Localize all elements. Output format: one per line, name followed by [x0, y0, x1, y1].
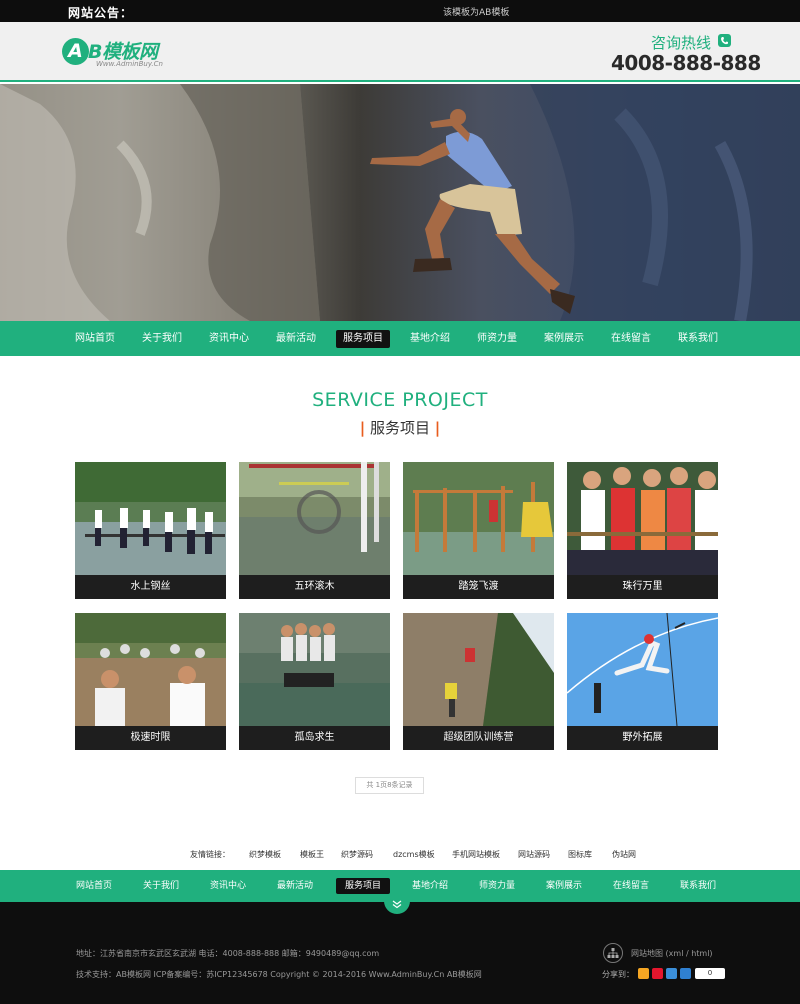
footer-copyright: 技术支持：AB模板网 ICP备案编号：苏ICP12345678 Copyrigh… [76, 970, 482, 979]
share-count: 0 [695, 968, 725, 979]
renren-share-icon[interactable] [680, 968, 691, 979]
tencent-weibo-share-icon[interactable] [666, 968, 677, 979]
site-footer: 地址：江苏省南京市玄武区玄武湖 电话：4008-888-888 邮箱：94904… [0, 896, 800, 1004]
chevron-down-icon[interactable] [384, 896, 410, 914]
site-header: A B模板网 Www.AdminBuy.Cn 咨询热线 4008-888-888 [0, 22, 800, 82]
links-label: 友情链接： [190, 850, 230, 859]
footer-address: 地址：江苏省南京市玄武区玄武湖 电话：4008-888-888 邮箱：94904… [76, 949, 380, 958]
sitemap-link[interactable]: 网站地图 (xml / html) [631, 948, 713, 959]
footer-nav-home[interactable]: 网站首页 [67, 878, 121, 894]
card-photo [403, 613, 554, 726]
friend-link[interactable]: 图标库 [568, 849, 592, 860]
section-title-cn: | 服务项目 | [0, 417, 800, 438]
friend-links: 友情链接： 织梦模板 模板王 织梦源码 dzcms模板 手机网站模板 网站源码 … [0, 849, 800, 863]
service-card[interactable]: 野外拓展 [567, 613, 718, 750]
logo-subtitle: Www.AdminBuy.Cn [96, 60, 163, 68]
service-card[interactable]: 孤岛求生 [239, 613, 390, 750]
notice-text[interactable]: 该模板为AB模板 [443, 5, 509, 18]
logo-mark: A [62, 38, 89, 65]
card-photo [239, 613, 390, 726]
nav-item-services[interactable]: 服务项目 [336, 330, 390, 348]
card-caption: 极速时限 [75, 726, 226, 750]
friend-link[interactable]: 模板王 [300, 849, 324, 860]
title-bar-left: | [359, 419, 366, 437]
footer-nav-base[interactable]: 基地介绍 [403, 878, 457, 894]
service-card[interactable]: 极速时限 [75, 613, 226, 750]
nav-item-activities[interactable]: 最新活动 [269, 330, 323, 348]
friend-link[interactable]: 织梦模板 [249, 849, 281, 860]
card-photo [567, 462, 718, 575]
nav-item-home[interactable]: 网站首页 [68, 330, 122, 348]
notice-label: 网站公告： [68, 6, 134, 20]
nav-item-teachers[interactable]: 师资力量 [470, 330, 524, 348]
notice-bar: 网站公告： 该模板为AB模板 [0, 0, 800, 22]
footer-nav-message[interactable]: 在线留言 [604, 878, 658, 894]
hotline-number: 4008-888-888 [611, 51, 761, 75]
nav-item-cases[interactable]: 案例展示 [537, 330, 591, 348]
service-card[interactable]: 踏笼飞渡 [403, 462, 554, 599]
footer-nav-services[interactable]: 服务项目 [336, 878, 390, 894]
section-title-text: 服务项目 [369, 419, 430, 437]
card-caption: 五环滚木 [239, 575, 390, 599]
hotline-label: 咨询热线 [651, 34, 712, 52]
footer-nav-teachers[interactable]: 师资力量 [470, 878, 524, 894]
card-photo [75, 613, 226, 726]
service-card[interactable]: 珠行万里 [567, 462, 718, 599]
service-card[interactable]: 五环滚木 [239, 462, 390, 599]
pagination-info: 共 1页8条记录 [355, 777, 424, 794]
main-nav: 网站首页 关于我们 资讯中心 最新活动 服务项目 基地介绍 师资力量 案例展示 … [0, 321, 800, 356]
card-caption: 超级团队训练营 [403, 726, 554, 750]
title-bar-right: | [434, 419, 441, 437]
service-card[interactable]: 水上钢丝 [75, 462, 226, 599]
weibo-share-icon[interactable] [652, 968, 663, 979]
phone-icon [718, 34, 731, 47]
friend-link[interactable]: 网站源码 [518, 849, 550, 860]
sitemap-icon[interactable] [603, 943, 623, 963]
nav-item-about[interactable]: 关于我们 [135, 330, 189, 348]
card-caption: 野外拓展 [567, 726, 718, 750]
nav-item-message[interactable]: 在线留言 [604, 330, 658, 348]
nav-item-base[interactable]: 基地介绍 [403, 330, 457, 348]
nav-item-contact[interactable]: 联系我们 [671, 330, 725, 348]
card-photo [567, 613, 718, 726]
footer-nav-about[interactable]: 关于我们 [134, 878, 188, 894]
share-label[interactable]: 分享到： [602, 969, 634, 980]
footer-nav-news[interactable]: 资讯中心 [201, 878, 255, 894]
card-photo [239, 462, 390, 575]
service-card[interactable]: 超级团队训练营 [403, 613, 554, 750]
site-logo[interactable]: A B模板网 Www.AdminBuy.Cn [62, 35, 192, 71]
card-caption: 踏笼飞渡 [403, 575, 554, 599]
friend-link[interactable]: 织梦源码 [341, 849, 373, 860]
nav-item-news[interactable]: 资讯中心 [202, 330, 256, 348]
card-caption: 珠行万里 [567, 575, 718, 599]
qzone-share-icon[interactable] [638, 968, 649, 979]
footer-nav-activities[interactable]: 最新活动 [268, 878, 322, 894]
friend-link[interactable]: 伪站网 [612, 849, 636, 860]
hero-banner[interactable] [0, 84, 800, 321]
friend-link[interactable]: dzcms模板 [393, 849, 435, 860]
card-photo [403, 462, 554, 575]
card-photo [75, 462, 226, 575]
section-title-en: SERVICE PROJECT [312, 389, 488, 411]
footer-nav-cases[interactable]: 案例展示 [537, 878, 591, 894]
card-caption: 孤岛求生 [239, 726, 390, 750]
banner-image [0, 84, 800, 321]
footer-nav-contact[interactable]: 联系我们 [671, 878, 725, 894]
friend-link[interactable]: 手机网站模板 [452, 849, 500, 860]
card-caption: 水上钢丝 [75, 575, 226, 599]
